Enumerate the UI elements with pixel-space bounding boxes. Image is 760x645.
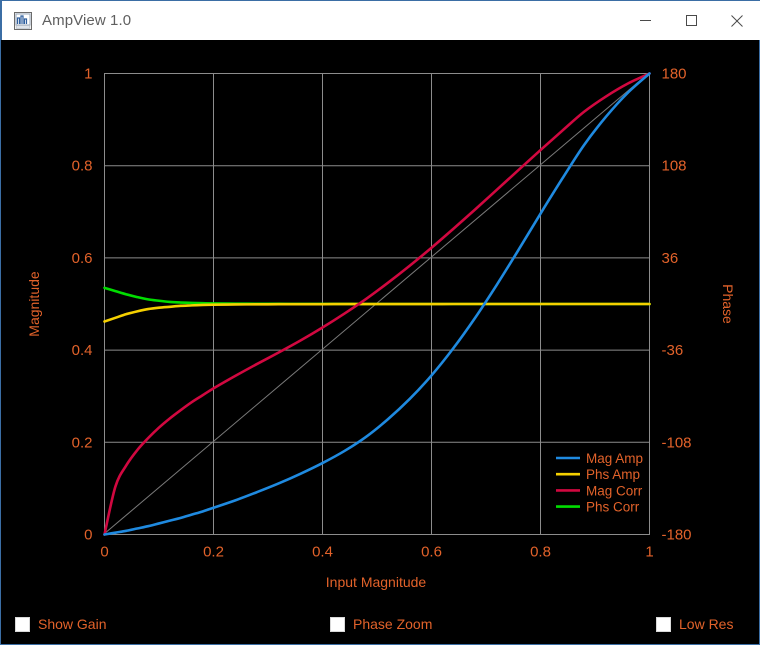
checkbox-low-res[interactable]: Low Res [656,614,733,634]
legend-label-phs-amp: Phs Amp [586,467,640,482]
checkbox-show-gain-box[interactable] [15,616,30,632]
app-window: AmpView 1.0 0 0.2 0.4 0.6 0.8 1 0 0.2 0.… [0,0,760,645]
legend-label-mag-amp: Mag Amp [586,451,643,466]
x-tick-label: 0.2 [203,544,224,561]
window-title: AmpView 1.0 [42,12,132,29]
maximize-button[interactable] [668,1,714,40]
x-tick-label: 0.8 [530,544,551,561]
x-tick-label: 0 [100,544,108,561]
control-bar: Show Gain Phase Zoom Low Res [1,603,759,644]
x-tick-label: 0.4 [312,544,333,561]
y-tick-label: 0.2 [72,434,93,451]
y2-tick-label: -36 [662,342,684,359]
legend-label-phs-corr: Phs Corr [586,500,640,515]
checkbox-phase-zoom-label: Phase Zoom [353,616,433,632]
close-button[interactable] [714,1,760,40]
y-axis-title: Magnitude [26,271,42,337]
chart-legend: Mag AmpPhs AmpMag Corr Phs Corr [556,451,643,515]
y-tick-label: 1 [84,66,92,83]
app-waveform-icon [14,11,32,30]
minimize-button[interactable] [622,1,668,40]
y2-tick-label: 108 [662,158,687,175]
x-tick-label: 1 [645,544,653,561]
checkbox-low-res-box[interactable] [656,616,671,632]
checkbox-phase-zoom[interactable]: Phase Zoom [330,614,432,634]
checkbox-show-gain-label: Show Gain [38,616,107,632]
y-tick-label: 0 [84,527,92,544]
amplifier-response-chart: 0 0.2 0.4 0.6 0.8 1 0 0.2 0.4 0.6 0.8 1 -180 -108 -3… [26,66,736,591]
secondary-y-axis-title: Phase [720,284,736,324]
plot-region: 0 0.2 0.4 0.6 0.8 1 0 0.2 0.4 0.6 0.8 1 -180 -108 -3… [1,40,759,603]
chart-series-layer [103,72,651,536]
legend-label-mag-corr: Mag Corr [586,483,643,498]
y-tick-label: 0.4 [72,342,93,359]
title-bar: AmpView 1.0 [1,0,760,40]
checkbox-low-res-label: Low Res [679,616,734,632]
secondary-y-axis-tick-labels: -180 -108 -36 36 108 180 [662,66,692,544]
y-tick-label: 0.8 [72,158,93,175]
x-axis-tick-labels: 0 0.2 0.4 0.6 0.8 1 [100,544,653,561]
series-line-phs-amp [103,302,651,323]
y-tick-label: 0.6 [72,250,93,267]
checkbox-show-gain[interactable]: Show Gain [15,614,106,634]
y2-tick-label: -108 [662,434,692,451]
y2-tick-label: -180 [662,527,692,544]
x-axis-title: Input Magnitude [326,574,427,590]
y-axis-tick-labels: 0 0.2 0.4 0.6 0.8 1 [72,66,93,544]
y2-tick-label: 180 [662,66,687,83]
x-tick-label: 0.6 [421,544,442,561]
checkbox-phase-zoom-box[interactable] [330,616,345,632]
y2-tick-label: 36 [662,250,679,267]
